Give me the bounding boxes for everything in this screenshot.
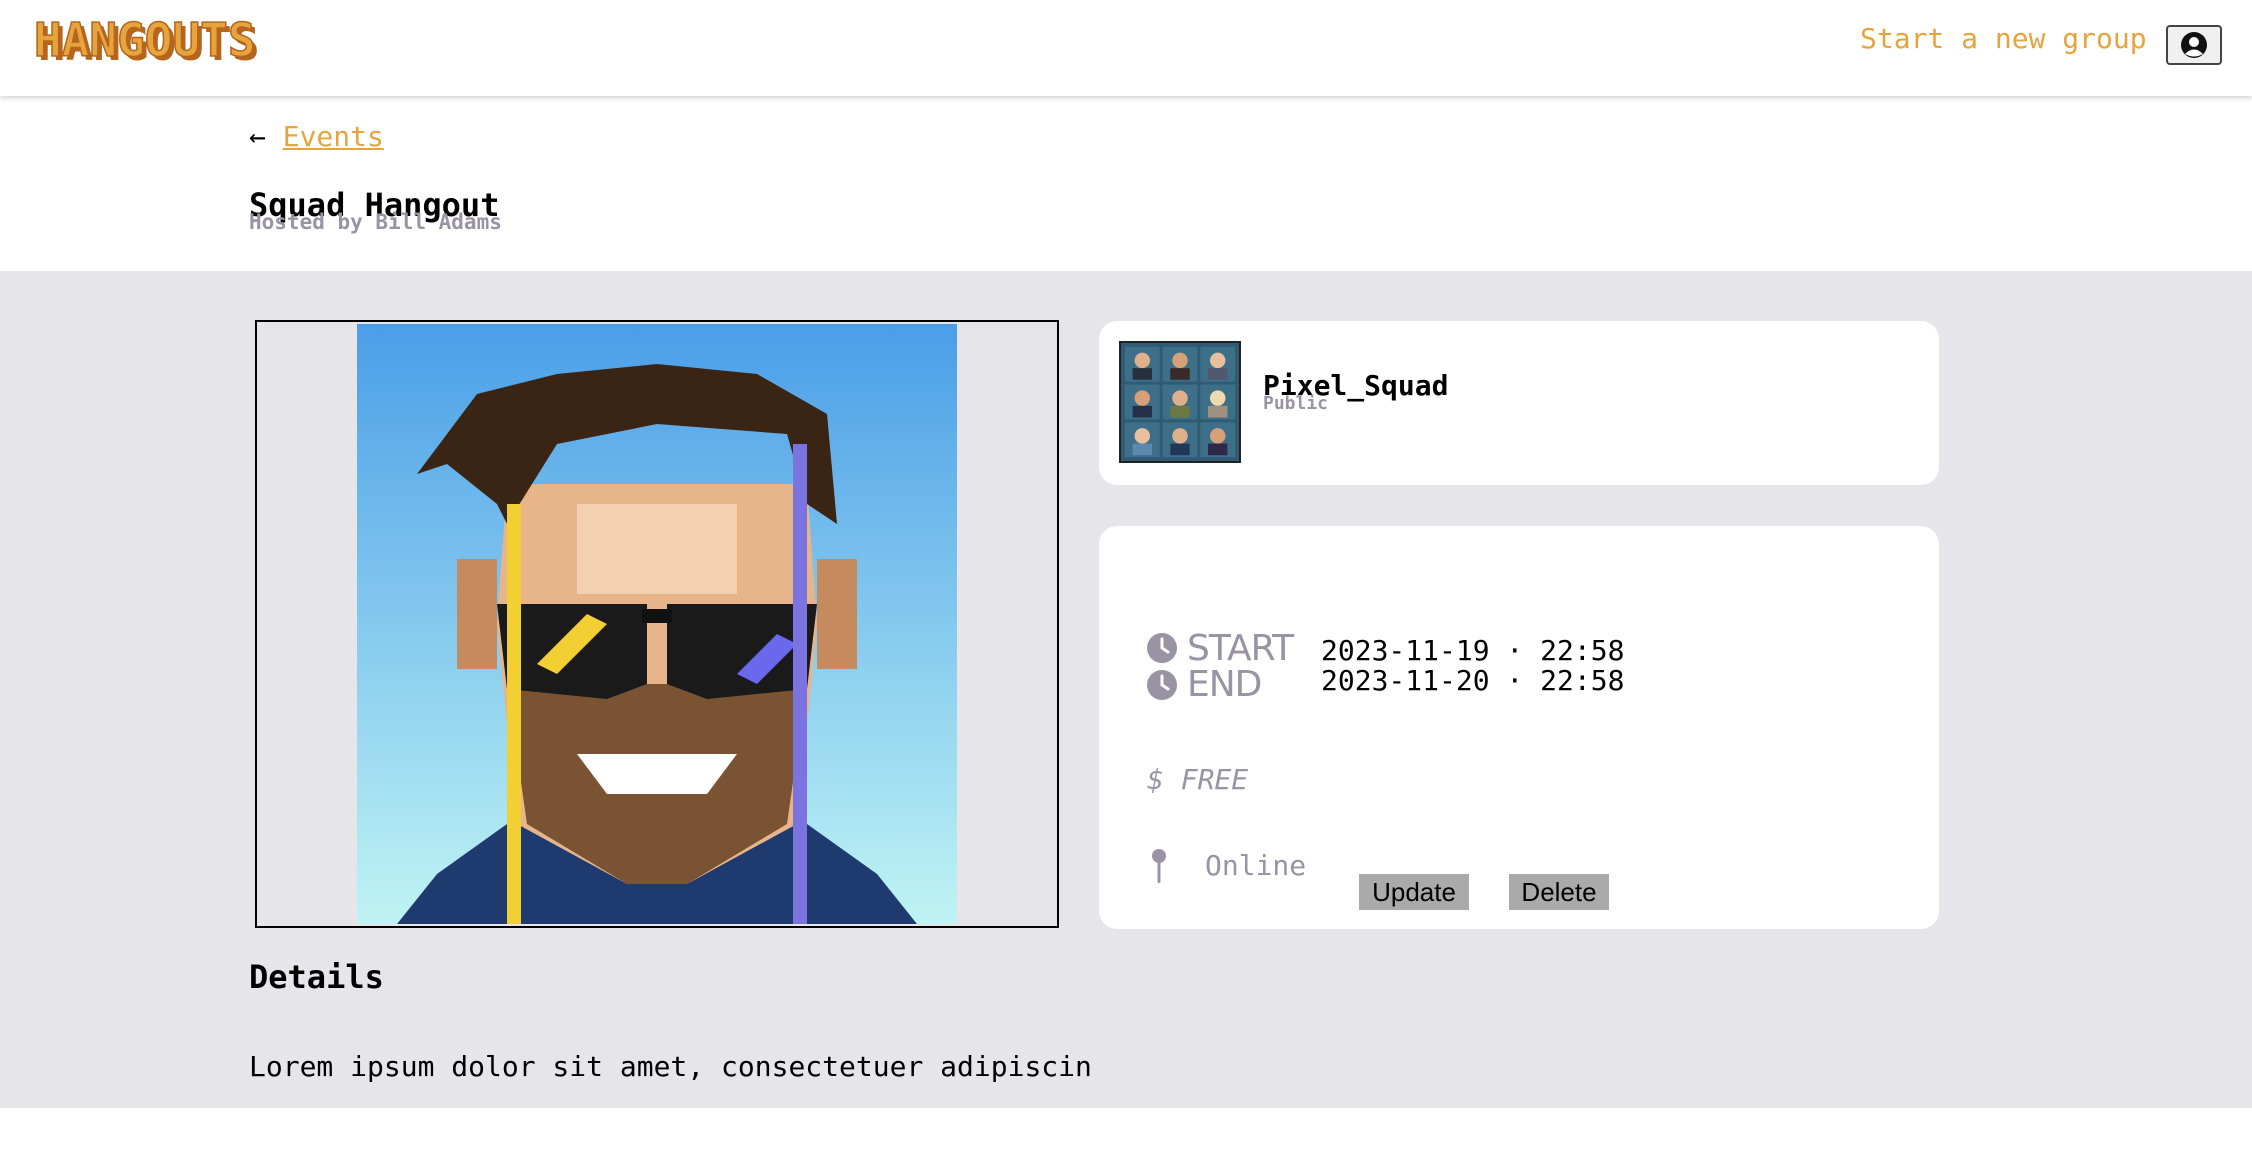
logo-text: HANGOUTS <box>34 20 256 66</box>
map-pin-icon <box>1152 849 1166 883</box>
site-header: HANGOUTS HANGOUTS Start a new group <box>0 0 2252 96</box>
group-thumbnail <box>1119 341 1241 463</box>
user-circle-icon <box>2181 32 2207 58</box>
event-location: Online <box>1205 849 1307 882</box>
group-visibility: Public <box>1263 393 1329 414</box>
start-datetime: 2023-11-19 · 22:58 <box>1321 634 1625 667</box>
profile-menu-button[interactable] <box>2166 25 2222 65</box>
back-arrow-icon: ← <box>249 120 266 153</box>
event-price: $ FREE <box>1147 763 1249 796</box>
event-image-frame <box>255 320 1059 928</box>
end-label: END <box>1187 664 1262 705</box>
update-button[interactable]: Update <box>1359 874 1469 910</box>
group-avatar-grid <box>1124 346 1236 458</box>
events-link[interactable]: Events <box>283 120 384 153</box>
start-new-group-link[interactable]: Start a new group <box>1860 22 2147 55</box>
hangouts-logo[interactable]: HANGOUTS HANGOUTS <box>34 20 354 66</box>
event-host: Hosted by Bill Adams <box>249 210 502 234</box>
delete-button[interactable]: Delete <box>1509 874 1609 910</box>
breadcrumb: ← Events <box>249 120 384 153</box>
details-heading: Details <box>249 958 384 996</box>
details-text: Lorem ipsum dolor sit amet, consectetuer… <box>249 1050 1092 1083</box>
end-datetime: 2023-11-20 · 22:58 <box>1321 664 1625 697</box>
clock-icon <box>1147 633 1177 663</box>
clock-icon <box>1147 670 1177 700</box>
group-card[interactable]: Pixel_Squad Public <box>1099 321 1939 485</box>
start-label: START <box>1187 628 1294 669</box>
event-info-card: START END 2023-11-19 · 22:58 2023-11-20 … <box>1099 526 1939 929</box>
event-image <box>357 324 957 924</box>
